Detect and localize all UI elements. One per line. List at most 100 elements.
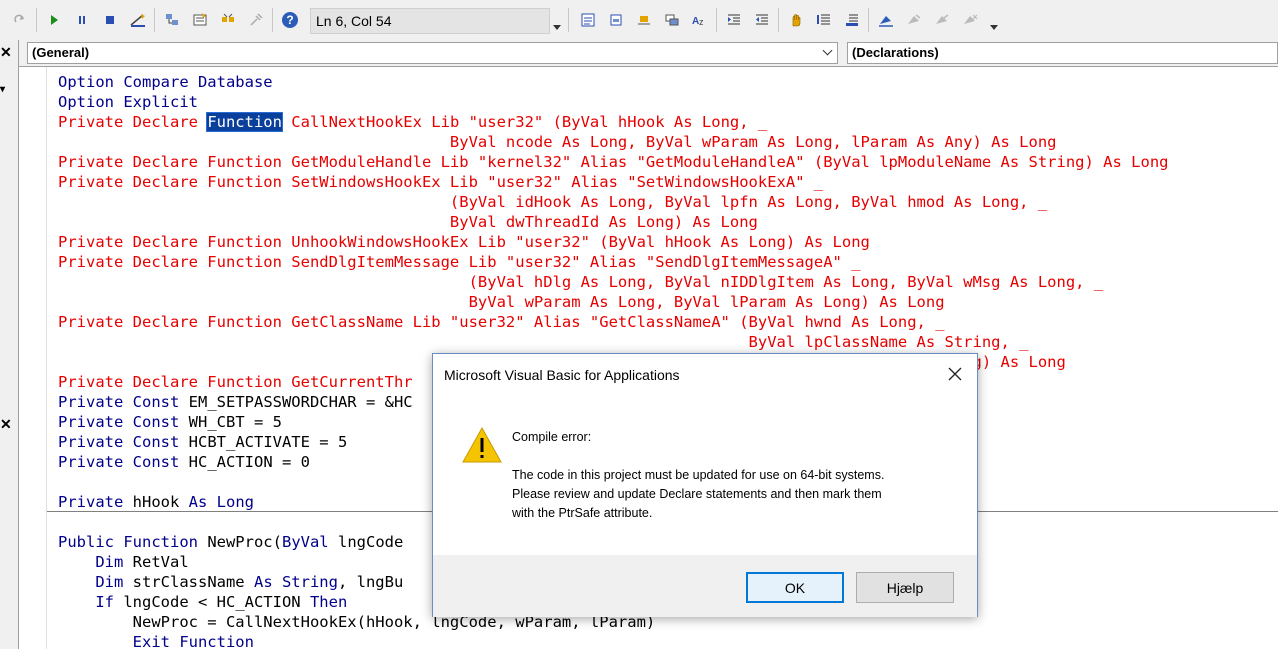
close-pane-icon-2[interactable]: ✕ [0, 416, 12, 433]
object-combo-value: (General) [32, 45, 90, 60]
parameter-info-icon[interactable] [662, 10, 682, 30]
svg-text:z: z [699, 17, 704, 27]
code-line[interactable]: If lngCode < HC_ACTION Then [58, 592, 347, 612]
code-line[interactable]: ByVal ncode As Long, ByVal wParam As Lon… [58, 132, 1057, 152]
code-token: ByVal [281, 533, 329, 551]
procedure-combo[interactable]: (Declarations) [847, 42, 1278, 64]
dialog-message-line: Please review and update Declare stateme… [512, 487, 882, 501]
project-explorer-icon[interactable] [162, 10, 182, 30]
outdent-icon[interactable] [752, 10, 772, 30]
code-line[interactable]: Private Declare Function GetCurrentThr [58, 372, 413, 392]
code-line[interactable]: Private Declare Function UnhookWindowsHo… [58, 232, 870, 252]
code-line[interactable]: Private Declare Function SetWindowsHookE… [58, 172, 823, 192]
code-token: Exit Function [132, 633, 254, 649]
code-token: Private Declare [58, 113, 208, 131]
dialog-title: Microsoft Visual Basic for Applications [444, 367, 680, 383]
code-token: Private [58, 493, 124, 511]
uncomment-block-icon[interactable] [842, 10, 862, 30]
ok-button[interactable]: OK [746, 572, 844, 603]
code-line[interactable]: ByVal lpClassName As String, _ [58, 332, 1029, 352]
code-token: Private Const [58, 413, 180, 431]
code-line[interactable]: Option Compare Database [58, 72, 273, 92]
code-token: As String [253, 573, 338, 591]
code-token: Private Const [58, 453, 180, 471]
run-icon[interactable] [44, 10, 64, 30]
reset-icon[interactable] [100, 10, 120, 30]
close-pane-icon[interactable]: ✕ [0, 44, 12, 61]
clear-bookmarks-icon[interactable] [960, 10, 980, 30]
object-browser-icon[interactable] [218, 10, 238, 30]
code-token: Private Declare Function GetCurrentThr [58, 373, 413, 391]
code-token: Private Declare Function GetClassName Li… [58, 313, 945, 331]
redo-icon[interactable] [10, 10, 30, 30]
design-mode-icon[interactable] [128, 10, 148, 30]
chevron-down-icon [822, 45, 833, 56]
help-button[interactable]: Hjælp [856, 572, 954, 603]
code-line[interactable]: Private Declare Function SendDlgItemMess… [58, 252, 861, 272]
code-line[interactable]: Exit Function [58, 632, 254, 649]
toolbar-options-dropdown[interactable] [988, 8, 1000, 36]
break-icon[interactable] [72, 10, 92, 30]
warning-icon [461, 426, 503, 469]
code-token: Dim [95, 553, 124, 571]
dialog-message-line: The code in this project must be updated… [512, 468, 885, 482]
code-line[interactable]: Private Declare Function GetModuleHandle… [58, 152, 1168, 172]
code-line[interactable]: Option Explicit [58, 92, 198, 112]
dialog-footer: OK Hjælp [433, 555, 977, 617]
complete-word-icon[interactable]: Az [690, 10, 710, 30]
code-token: ByVal dwThreadId As Long) As Long [58, 213, 758, 231]
quick-info-icon[interactable] [634, 10, 654, 30]
help-icon[interactable]: ? [280, 10, 300, 30]
code-line[interactable]: (ByVal idHook As Long, ByVal lpfn As Lon… [58, 192, 1047, 212]
cursor-position-status: Ln 6, Col 54 [310, 8, 550, 34]
code-token: Public Function [58, 533, 198, 551]
code-token: EM_SETPASSWORDCHAR = &HC [179, 393, 413, 411]
code-line[interactable]: Dim strClassName As String, lngBu [58, 572, 403, 592]
code-token: Private Declare Function SetWindowsHookE… [58, 173, 824, 191]
code-token: CallNextHookEx Lib "user32" (ByVal hHook… [281, 113, 768, 131]
indent-icon[interactable] [724, 10, 744, 30]
properties-icon[interactable] [190, 10, 210, 30]
code-line[interactable]: Private Const WH_CBT = 5 [58, 412, 282, 432]
svg-text:?: ? [286, 13, 293, 27]
code-line[interactable]: Private Declare Function GetClassName Li… [58, 312, 945, 332]
code-line[interactable]: Private Const HC_ACTION = 0 [58, 452, 310, 472]
code-line[interactable]: Private Const HCBT_ACTIVATE = 5 [58, 432, 347, 452]
toolbox-icon[interactable] [246, 10, 266, 30]
code-line[interactable]: Private Declare Function CallNextHookEx … [58, 112, 767, 132]
code-token: (ByVal hDlg As Long, ByVal nIDDlgItem As… [58, 273, 1104, 291]
code-token: Private Const [58, 393, 180, 411]
code-token: Dim [95, 573, 124, 591]
code-token: Then [309, 593, 348, 611]
code-line[interactable]: ByVal wParam As Long, ByVal lParam As Lo… [58, 292, 945, 312]
code-line[interactable]: ByVal dwThreadId As Long) As Long [58, 212, 758, 232]
list-properties-icon[interactable] [578, 10, 598, 30]
code-token: HCBT_ACTIVATE = 5 [179, 433, 348, 451]
left-gutter [0, 40, 12, 649]
toolbar-overflow-dropdown[interactable] [551, 8, 563, 36]
toggle-breakpoint-icon[interactable] [786, 10, 806, 30]
comment-block-icon[interactable] [814, 10, 834, 30]
code-token: (ByVal idHook As Long, ByVal lpfn As Lon… [58, 193, 1048, 211]
procedure-combo-value: (Declarations) [852, 45, 939, 60]
object-combo[interactable]: (General) [27, 42, 838, 64]
toggle-bookmark-icon[interactable] [876, 10, 896, 30]
code-token: Option Compare Database [58, 73, 273, 91]
dialog-message-line: with the PtrSafe attribute. [512, 506, 653, 520]
list-constants-icon[interactable] [606, 10, 626, 30]
compile-error-dialog: Microsoft Visual Basic for Applications … [432, 353, 978, 617]
code-line[interactable]: (ByVal hDlg As Long, ByVal nIDDlgItem As… [58, 272, 1104, 292]
code-line[interactable]: Private hHook As Long [58, 492, 254, 512]
code-line[interactable]: Dim RetVal [58, 552, 188, 572]
code-token: Private Declare Function UnhookWindowsHo… [58, 233, 870, 251]
close-icon[interactable] [945, 364, 965, 384]
next-bookmark-icon[interactable] [904, 10, 924, 30]
margin-indicator-bar[interactable] [19, 67, 47, 649]
code-line[interactable]: Private Const EM_SETPASSWORDCHAR = &HC [58, 392, 413, 412]
code-token: , lngBu [337, 573, 404, 591]
pane-scroll-down-icon[interactable]: ▾ [0, 84, 10, 95]
previous-bookmark-icon[interactable] [932, 10, 952, 30]
